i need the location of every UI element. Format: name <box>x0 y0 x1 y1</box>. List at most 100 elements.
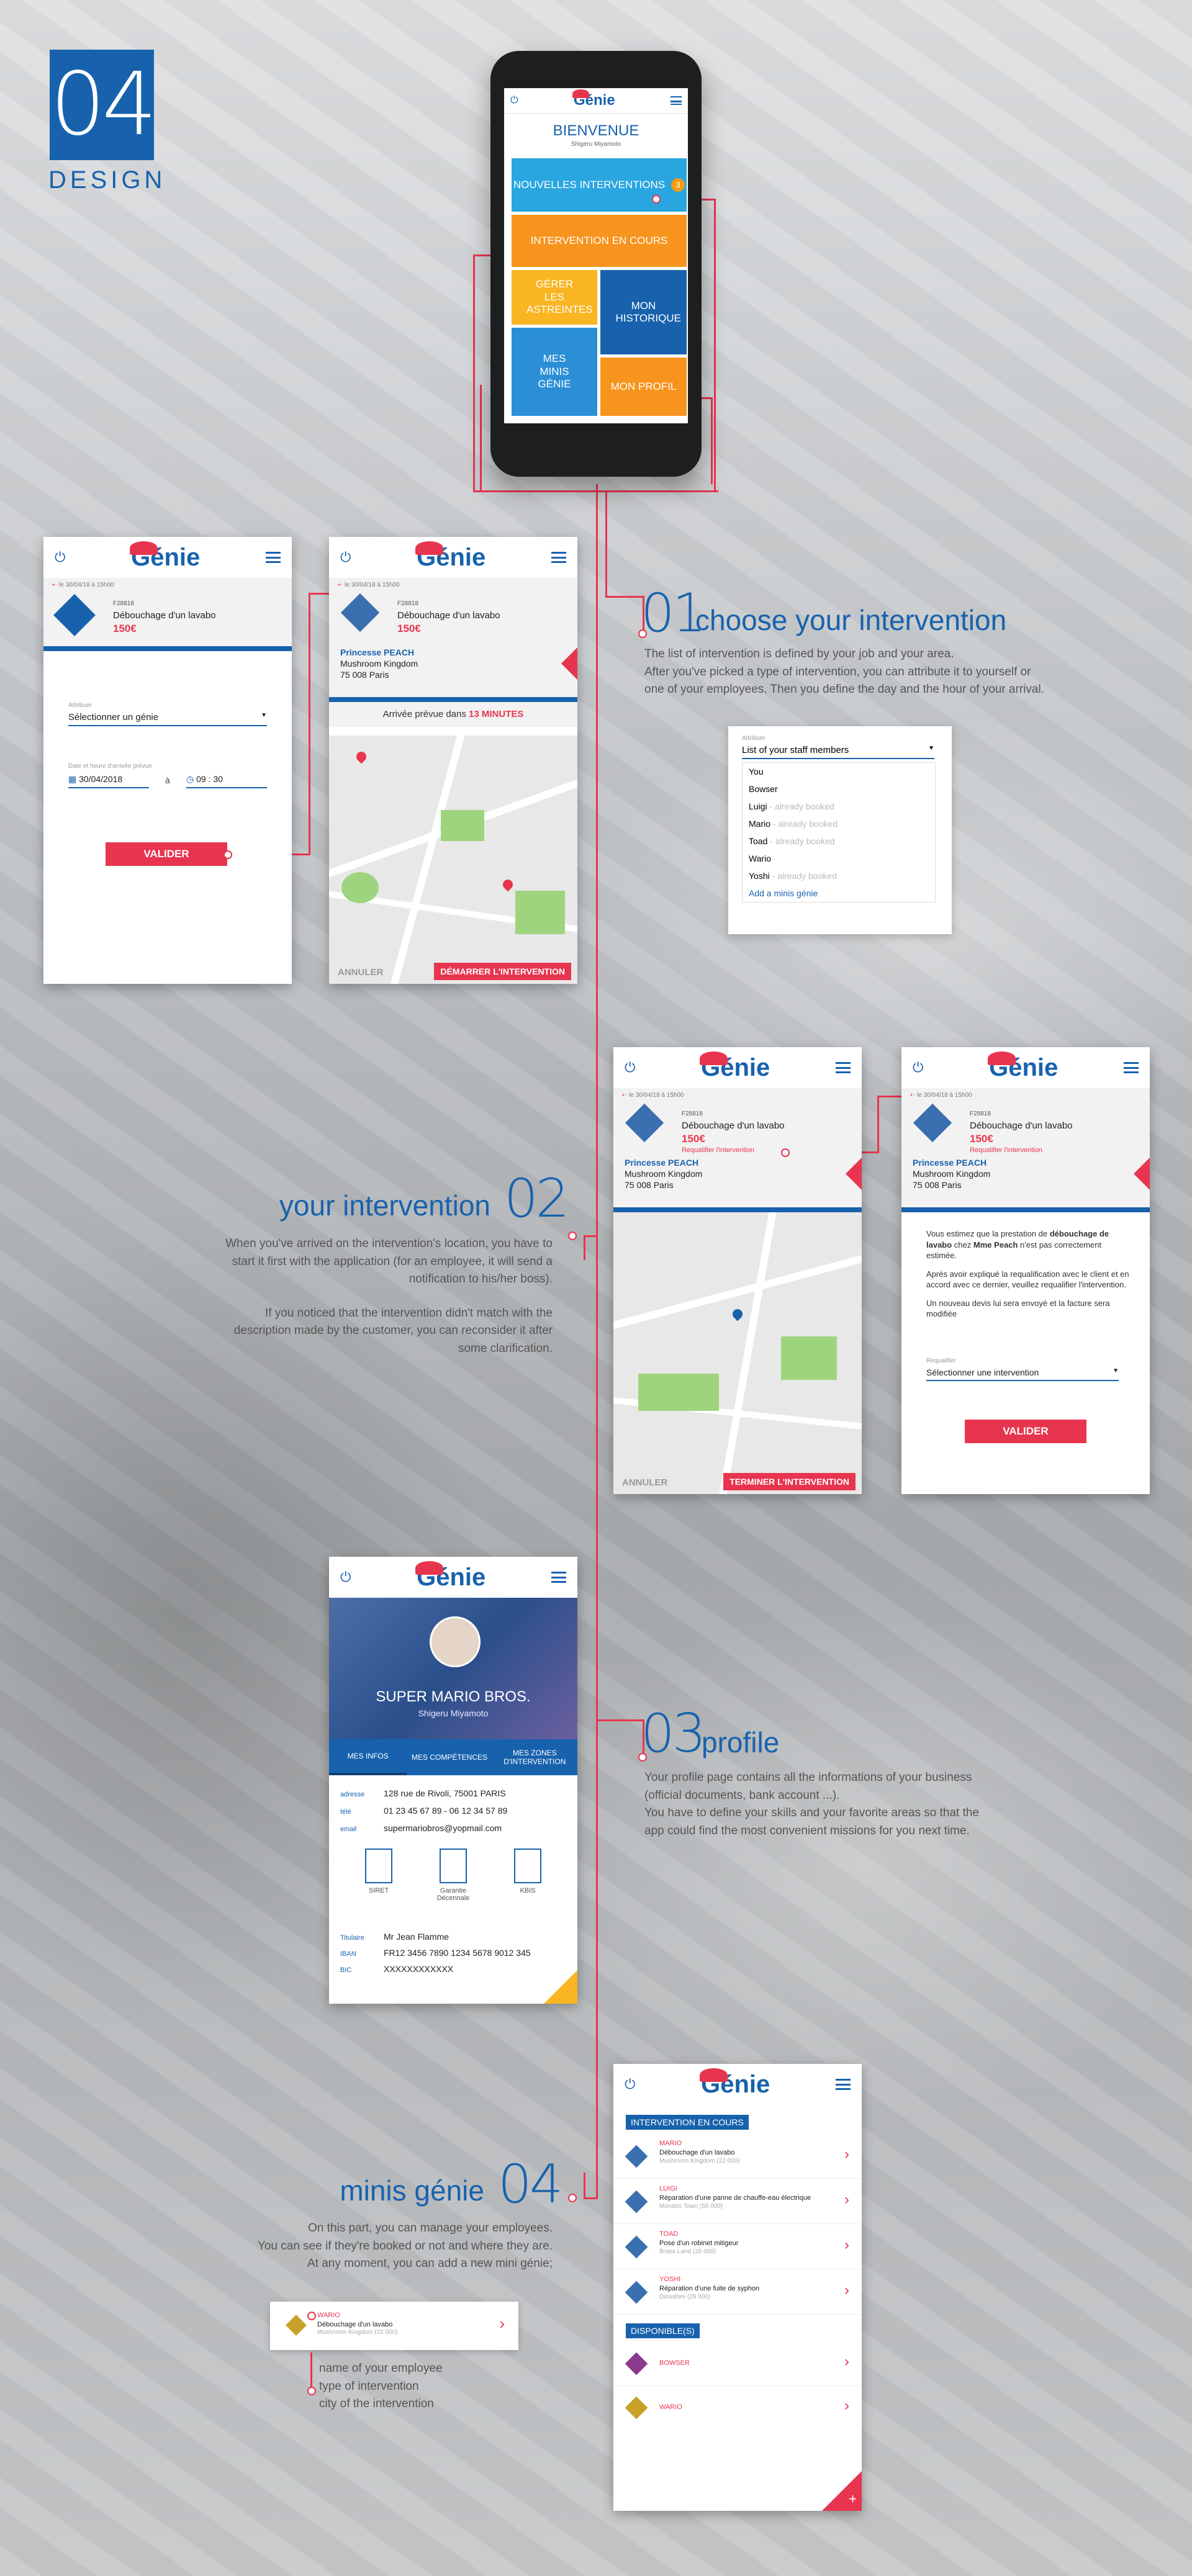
logo: Génie <box>700 1051 770 1082</box>
tile-on-call[interactable]: GÉRER LES ASTREINTES <box>512 270 597 325</box>
doc-kbis[interactable]: KBIS <box>500 1849 556 1902</box>
cancel-button[interactable]: ANNULER <box>622 1477 667 1488</box>
menu-icon[interactable] <box>836 1062 851 1073</box>
screen-profile: ⏻ Génie SUPER MARIO BROS. Shigeru Miyamo… <box>329 1557 577 2004</box>
back-arrow-icon[interactable]: ⇠ <box>910 1092 915 1099</box>
requalify-link[interactable]: Requalifier l'intervention <box>970 1146 1042 1154</box>
tile-history[interactable]: MON HISTORIQUE <box>600 270 687 354</box>
legend-dot <box>307 2312 316 2320</box>
option-you[interactable]: You <box>743 763 935 780</box>
tab-infos[interactable]: MES INFOS <box>329 1739 407 1775</box>
requalify-link[interactable]: Requalifier l'intervention <box>682 1146 754 1154</box>
tile-profile[interactable]: MON PROFIL <box>600 358 687 416</box>
list-item[interactable]: LUIGI Réparation d'une panne de chauffe-… <box>613 2179 862 2224</box>
power-icon[interactable]: ⏻ <box>340 549 351 565</box>
connector-line <box>605 596 643 598</box>
tab-zones[interactable]: MES ZONES D'INTERVENTION <box>492 1739 577 1775</box>
tile-in-progress[interactable]: INTERVENTION EN COURS <box>512 215 687 267</box>
requalify-select[interactable]: Sélectionner une intervention ▼ <box>926 1367 1119 1381</box>
time-field[interactable]: ◷ 09 : 30 <box>186 774 267 788</box>
plus-icon: + <box>849 2491 857 2506</box>
edit-corner-tab[interactable] <box>544 1970 577 2004</box>
legend: name of your employee type of interventio… <box>319 2362 443 2410</box>
app-header: ⏻ Génie <box>613 2064 862 2105</box>
tile-new-interventions[interactable]: NOUVELLES INTERVENTIONS 3 <box>512 158 687 212</box>
option-toad[interactable]: Toad - already booked <box>743 832 935 850</box>
list-item[interactable]: BOWSER › <box>613 2342 862 2386</box>
finish-intervention-button[interactable]: TERMINER L'INTERVENTION <box>723 1473 856 1490</box>
client-line1: Mushroom Kingdom <box>625 1169 703 1179</box>
logo: Génie <box>700 2068 770 2099</box>
submit-button[interactable]: VALIDER <box>106 842 227 866</box>
profile-banner: SUPER MARIO BROS. Shigeru Miyamoto <box>329 1598 577 1739</box>
power-icon[interactable]: ⏻ <box>625 1060 635 1076</box>
avatar <box>625 2190 648 2213</box>
document-icon <box>440 1849 467 1883</box>
phone-call-tab[interactable] <box>561 647 577 680</box>
list-item[interactable]: MARIO Débouchage d'un lavabo Mushroom Ki… <box>613 2133 862 2179</box>
cancel-button[interactable]: ANNULER <box>338 967 383 978</box>
avatar <box>913 1103 952 1143</box>
phone-call-tab[interactable] <box>846 1158 862 1190</box>
avatar <box>625 2396 648 2420</box>
contact-info: adresse 128 rue de Rivoli, 75001 PARIS té… <box>340 1788 508 1833</box>
start-intervention-button[interactable]: DÉMARRER L'INTERVENTION <box>434 963 571 980</box>
job-title: Débouchage d'un lavabo <box>113 610 216 621</box>
section-body: On this part, you can manage your employ… <box>257 2222 553 2270</box>
power-icon[interactable]: ⏻ <box>510 95 518 106</box>
date-field[interactable]: ▦ 30/04/2018 <box>68 774 149 788</box>
menu-icon[interactable] <box>836 2079 851 2090</box>
power-icon[interactable]: ⏻ <box>340 1569 351 1585</box>
client-line2: 75 008 Paris <box>625 1180 674 1190</box>
list-item[interactable]: TOAD Pose d'un robinet mitigeur Brasa La… <box>613 2224 862 2269</box>
menu-icon[interactable] <box>266 552 281 563</box>
screen-requalify: ⏻ Génie ⇠ le 30/04/18 à 15h00 F28818 Déb… <box>901 1047 1150 1494</box>
connector-dot <box>568 1232 577 1240</box>
avatar <box>430 1616 481 1667</box>
power-icon[interactable]: ⏻ <box>55 549 65 565</box>
tile-minis[interactable]: MES MINIS GÉNIE <box>512 328 597 416</box>
doc-siret[interactable]: SIRET <box>351 1849 407 1902</box>
power-icon[interactable]: ⏻ <box>625 2076 635 2092</box>
date-label: Date et heure d'arrivée prévue <box>68 763 152 770</box>
map[interactable]: ANNULER DÉMARRER L'INTERVENTION <box>329 736 577 984</box>
back-arrow-icon[interactable]: ⇠ <box>52 582 57 588</box>
map[interactable]: ANNULER TERMINER L'INTERVENTION <box>613 1212 862 1494</box>
option-bowser[interactable]: Bowser <box>743 780 935 798</box>
chevron-right-icon: › <box>844 2236 849 2253</box>
menu-icon[interactable] <box>670 96 682 105</box>
phone-call-tab[interactable] <box>1134 1158 1150 1190</box>
submit-button[interactable]: VALIDER <box>965 1420 1086 1443</box>
doc-guarantee[interactable]: Garantie Décennale <box>425 1849 481 1902</box>
chevron-down-icon: ▼ <box>1113 1367 1119 1374</box>
tab-skills[interactable]: MES COMPÉTENCES <box>407 1739 492 1775</box>
add-mini-link[interactable]: Add a minis génie <box>743 885 935 902</box>
option-luigi[interactable]: Luigi - already booked <box>743 798 935 815</box>
client-line2: 75 008 Paris <box>913 1180 962 1190</box>
list-item[interactable]: WARIO › <box>613 2386 862 2430</box>
connector-line <box>584 2173 585 2199</box>
option-yoshi[interactable]: Yoshi - already booked <box>743 867 935 885</box>
staff-select[interactable]: List of your staff members ▼ <box>742 745 934 759</box>
assign-select[interactable]: Sélectionner un génie ▼ <box>68 712 267 726</box>
screen-assign: ⏻ Génie ⇠ le 30/04/18 à 15h00 F28818 Déb… <box>43 537 292 984</box>
map-park <box>441 810 484 841</box>
option-wario[interactable]: Wario <box>743 850 935 867</box>
section-body: Your profile page contains all the infor… <box>644 1771 980 1837</box>
hat-icon <box>700 2068 728 2082</box>
back-arrow-icon[interactable]: ⇠ <box>338 582 343 588</box>
back-arrow-icon[interactable]: ⇠ <box>622 1092 627 1099</box>
menu-icon[interactable] <box>551 1572 566 1583</box>
chevron-right-icon: › <box>844 2282 849 2299</box>
phone-screen: ⏻ Génie BIENVENUE Shigeru Miyamoto NOUVE… <box>504 88 688 423</box>
menu-icon[interactable] <box>551 552 566 563</box>
section-number: 03 <box>641 1703 706 1765</box>
menu-icon[interactable] <box>1124 1062 1139 1073</box>
power-icon[interactable]: ⏻ <box>913 1060 923 1076</box>
job-id: F28818 <box>113 600 134 607</box>
option-mario[interactable]: Mario - already booked <box>743 815 935 832</box>
list-item[interactable]: YOSHI Réparation d'une fuite de syphon D… <box>613 2269 862 2315</box>
job-price: 150€ <box>113 623 137 634</box>
avatar <box>625 2352 648 2376</box>
section-label: DESIGN <box>48 166 166 194</box>
